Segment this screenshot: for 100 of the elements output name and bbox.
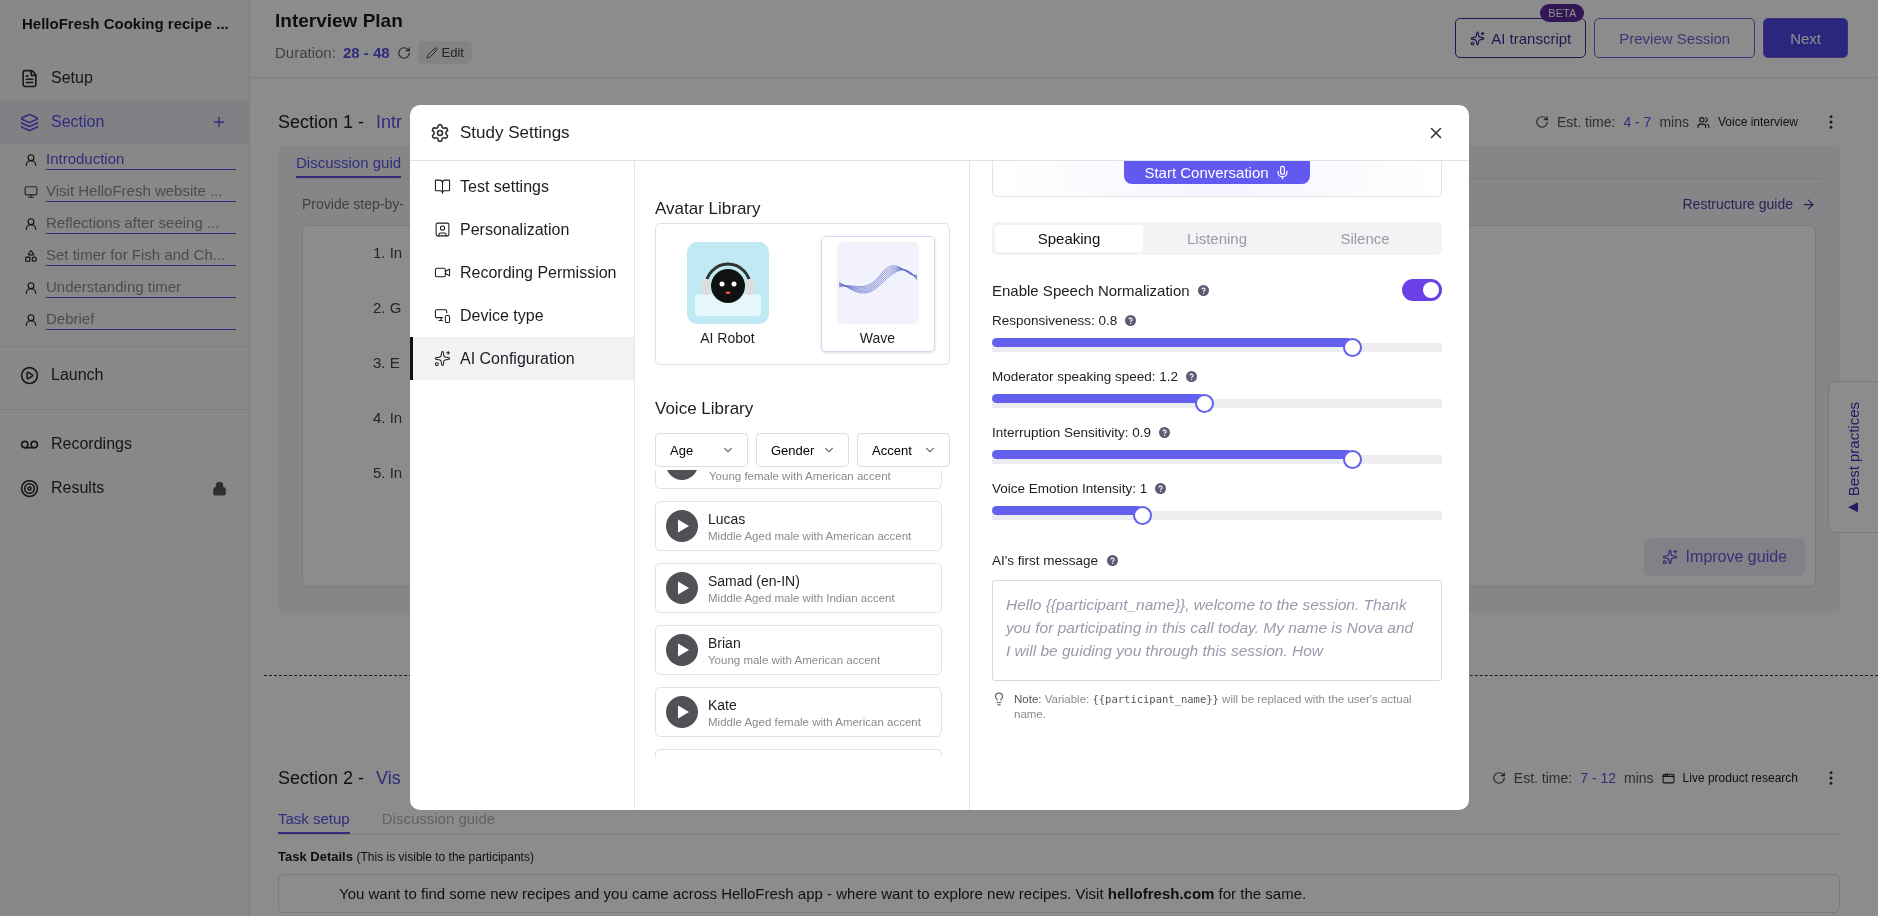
document-icon: [20, 68, 39, 88]
book-icon: [434, 178, 451, 195]
help-icon: [1125, 315, 1137, 326]
play-icon[interactable]: [666, 696, 698, 728]
field-label: AI's first message: [992, 553, 1099, 568]
header-button[interactable]: AI transcript: [1455, 18, 1587, 58]
mic-icon: [1274, 165, 1290, 180]
slider-thumb[interactable]: [1194, 394, 1214, 413]
improve-guide-button[interactable]: Improve guide: [1643, 538, 1805, 576]
guide-item: 5. In: [373, 464, 403, 481]
voice-card[interactable]: Samad (en-IN) Middle Aged male with Indian accent: [655, 563, 942, 613]
voice-name: Lucas: [708, 510, 747, 527]
settings-nav-item[interactable]: Recording Permission: [410, 251, 634, 294]
page-title: Interview Plan: [275, 10, 404, 32]
estimate-unit: mins: [1659, 114, 1689, 130]
play-circle-icon: [20, 365, 39, 385]
user-square-icon: [434, 221, 451, 238]
task-details-title: Task Details (This is visible to the participants): [278, 848, 535, 866]
toggle-label: Enable Speech Normalization: [992, 281, 1190, 299]
section-name: Intr: [376, 111, 403, 133]
slider-label: Interruption Sensitivity: 0.9: [992, 425, 1152, 440]
devices-icon: [434, 307, 451, 324]
voice-description: Middle Aged male with American accent: [708, 529, 912, 542]
voice-card[interactable]: Lucas Middle Aged male with American accent: [655, 501, 942, 551]
section-heading: Avatar Library: [655, 199, 762, 219]
voice-description: Young female with American accent: [709, 470, 891, 482]
lightbulb-icon: [992, 692, 1006, 706]
section-name: Vis: [376, 767, 401, 789]
help-icon: [1155, 483, 1167, 494]
triangle-icon: [1848, 502, 1859, 513]
dialog-title: Study Settings: [460, 122, 571, 143]
user-icon: [24, 281, 38, 295]
guide-hint: Provide step-by-: [302, 196, 404, 212]
sparkles-icon: [1661, 549, 1678, 565]
help-icon: [1107, 555, 1119, 566]
section-title: Section 2 -: [278, 767, 365, 789]
sidebar-item[interactable]: Section: [0, 100, 249, 144]
best-practices-tab[interactable]: Best practices: [1828, 381, 1878, 533]
estimate-label: Est. time:: [1557, 114, 1616, 130]
sidebar-item[interactable]: Recordings: [0, 422, 249, 466]
play-icon[interactable]: [666, 510, 698, 542]
section-type: Live product research: [1682, 771, 1798, 785]
slider-thumb[interactable]: [1343, 338, 1362, 357]
mode-tab[interactable]: Listening: [1143, 225, 1291, 252]
toggle-switch[interactable]: [1402, 279, 1442, 301]
voice-card[interactable]: Brian Young male with American accent: [655, 625, 942, 675]
avatar-option[interactable]: AI Robot: [670, 236, 785, 352]
window-icon: [1661, 771, 1675, 785]
voice-card[interactable]: Kate Middle Aged female with American accent: [655, 687, 942, 737]
section-title: Section 1 -: [278, 111, 365, 133]
section-tab[interactable]: Discussion guid: [296, 146, 402, 178]
voice-card[interactable]: Young female with American accent: [655, 470, 942, 489]
settings-nav-item[interactable]: Test settings: [410, 165, 634, 208]
section-tab[interactable]: Task setup: [278, 802, 350, 834]
filter-dropdown[interactable]: Accent: [857, 433, 950, 467]
avatar-option[interactable]: Wave: [820, 236, 935, 352]
section-heading: Voice Library: [655, 399, 755, 419]
help-icon: [1159, 427, 1171, 438]
settings-nav-item[interactable]: AI Configuration: [410, 337, 634, 380]
start-conversation-button[interactable]: Start Conversation: [1124, 161, 1310, 184]
header-button[interactable]: Preview Session: [1594, 18, 1756, 58]
user-icon: [24, 153, 38, 167]
refresh-icon[interactable]: [396, 45, 411, 60]
sidebar-item[interactable]: Setup: [0, 56, 249, 100]
settings-nav-item[interactable]: Personalization: [410, 208, 634, 251]
voice-name: Brian: [708, 634, 742, 651]
filter-dropdown[interactable]: Age: [655, 433, 748, 467]
users-icon: [1696, 115, 1710, 129]
duration-value: 28 - 48: [342, 44, 390, 61]
first-message-field[interactable]: Hello {{participant_name}}, welcome to the session. Thank you for participating in this call today. My name is Nova and I will be guiding you through this session. How: [992, 580, 1442, 681]
add-icon[interactable]: [211, 114, 227, 130]
refresh-icon[interactable]: [1491, 771, 1506, 785]
header-button[interactable]: Next: [1763, 18, 1848, 58]
pencil-icon: [425, 46, 438, 59]
shapes-icon: [24, 249, 38, 263]
mode-tab[interactable]: Silence: [1291, 225, 1439, 252]
guide-item: 2. G: [373, 299, 402, 316]
slider-label: Responsiveness: 0.8: [992, 313, 1118, 328]
refresh-icon[interactable]: [1535, 115, 1549, 129]
restructure-link[interactable]: Restructure guide: [1682, 196, 1816, 212]
play-icon[interactable]: [666, 634, 698, 666]
section-type: Voice interview: [1717, 115, 1798, 129]
section-link[interactable]: Introduction: [46, 150, 236, 170]
sidebar-item[interactable]: Results: [0, 466, 249, 510]
play-icon[interactable]: [666, 470, 698, 480]
mode-tab[interactable]: Speaking: [995, 225, 1143, 252]
edit-button[interactable]: Edit: [417, 41, 472, 64]
slider-thumb[interactable]: [1343, 450, 1362, 469]
slider-label: Moderator speaking speed: 1.2: [992, 369, 1179, 384]
filter-dropdown[interactable]: Gender: [756, 433, 849, 467]
play-icon[interactable]: [666, 572, 698, 604]
slider-label: Voice Emotion Intensity: 1: [992, 481, 1148, 496]
note-text: Note: Variable: {{participant_name}} will be replaced with the user's actual name.: [1014, 692, 1413, 722]
user-icon: [24, 217, 38, 231]
voice-description: Middle Aged female with American accent: [708, 715, 921, 728]
target-icon: [20, 478, 39, 498]
slider-thumb[interactable]: [1133, 506, 1153, 525]
sidebar-item[interactable]: Launch: [0, 353, 249, 397]
estimate-unit: mins: [1624, 770, 1654, 786]
settings-nav-item[interactable]: Device type: [410, 294, 634, 337]
